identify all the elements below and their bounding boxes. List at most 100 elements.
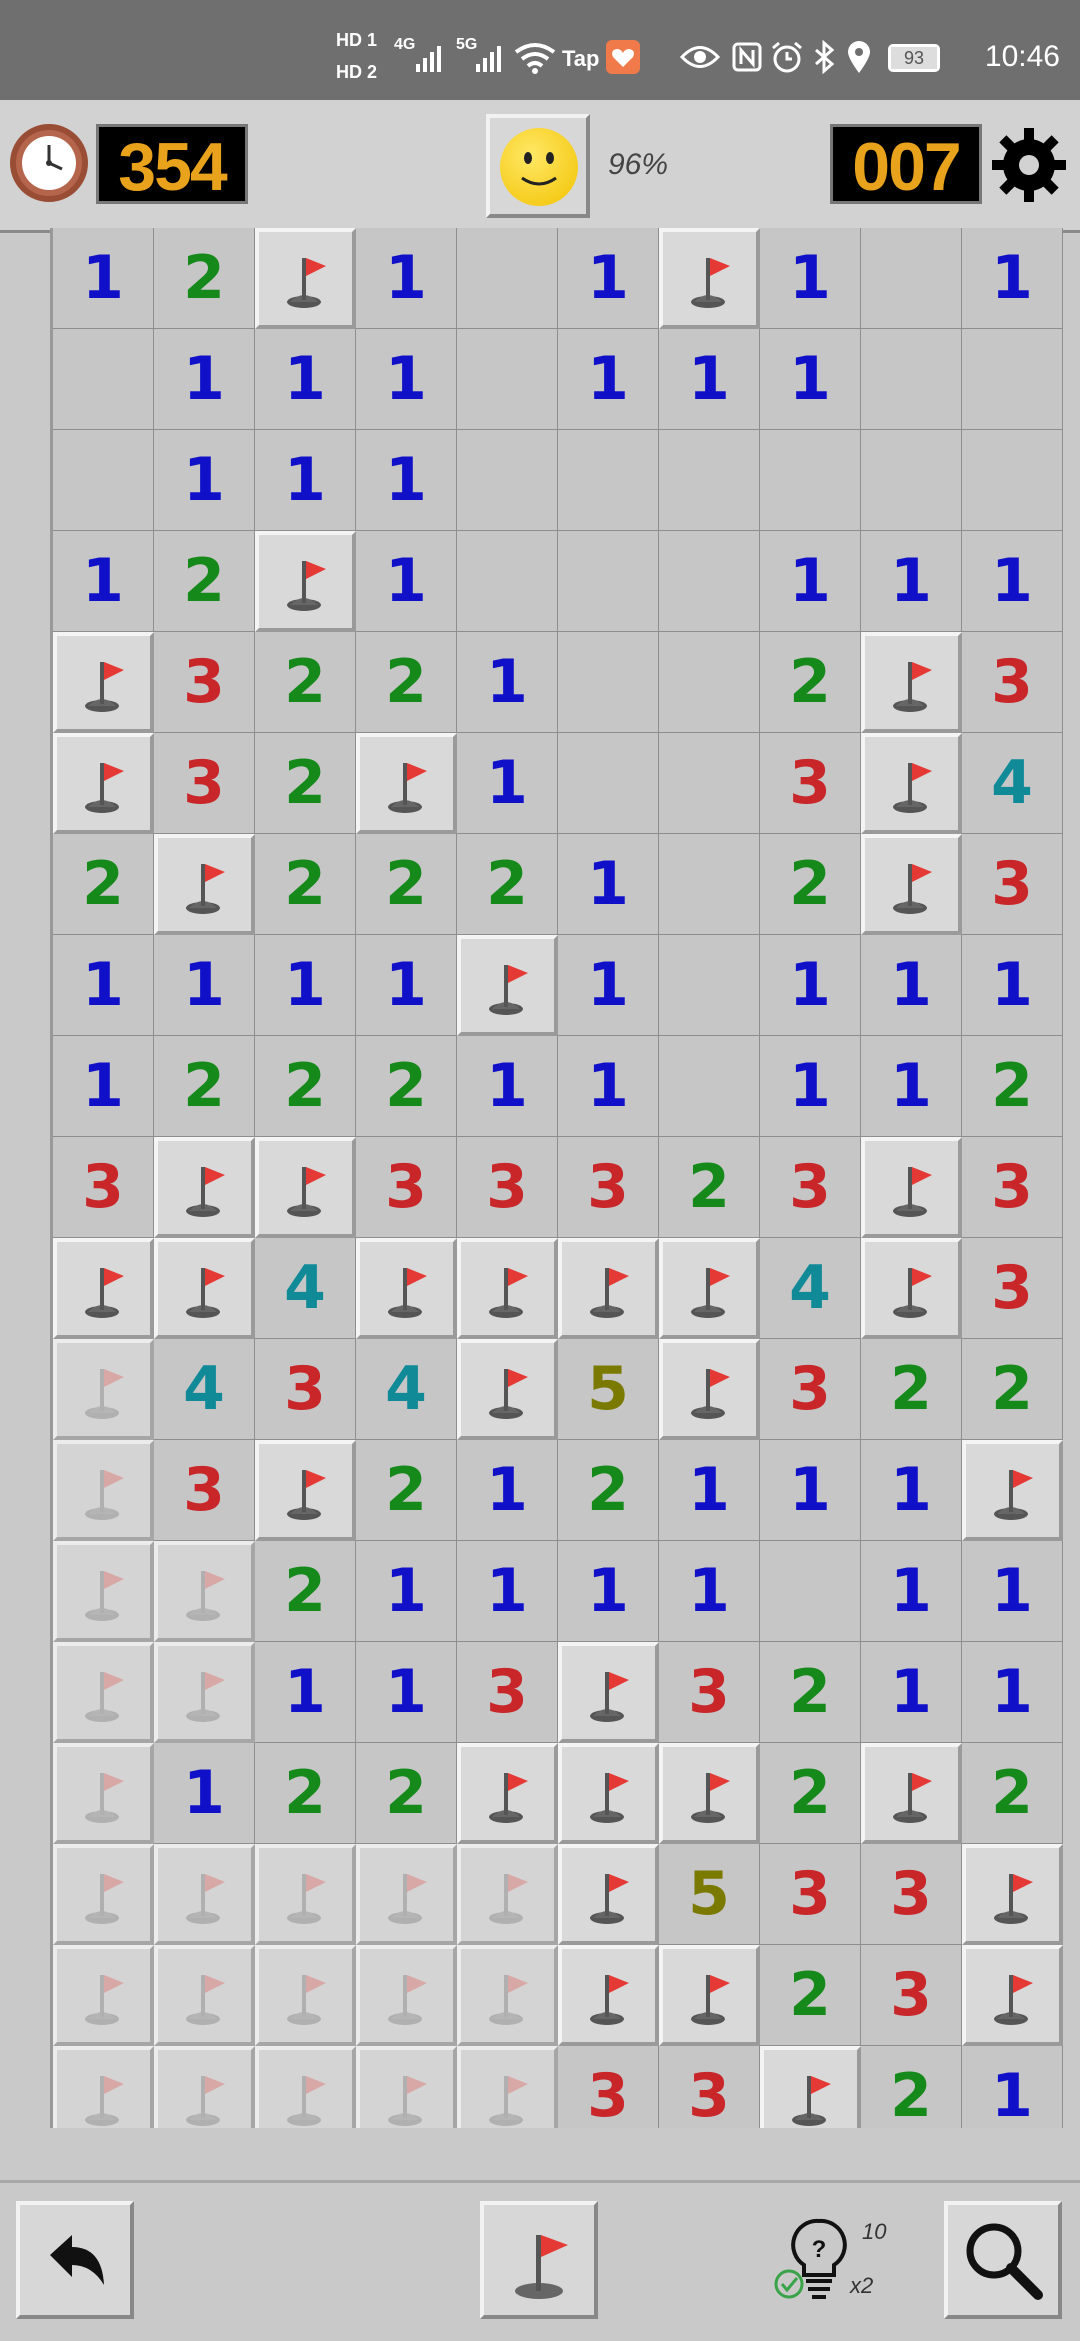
faded-flag-cell[interactable]	[53, 1541, 154, 1642]
new-game-button[interactable]	[486, 114, 590, 218]
flagged-cell[interactable]	[53, 1238, 154, 1339]
number-cell[interactable]: 1	[53, 1036, 154, 1137]
number-cell[interactable]: 1	[53, 935, 154, 1036]
number-cell[interactable]: 2	[154, 228, 255, 329]
flagged-cell[interactable]	[356, 1238, 457, 1339]
flagged-cell[interactable]	[962, 1945, 1063, 2046]
number-cell[interactable]: 1	[154, 935, 255, 1036]
empty-cell[interactable]	[53, 430, 154, 531]
faded-flag-cell[interactable]	[154, 1642, 255, 1743]
number-cell[interactable]: 2	[356, 1440, 457, 1541]
number-cell[interactable]: 5	[659, 1844, 760, 1945]
number-cell[interactable]: 2	[962, 1743, 1063, 1844]
number-cell[interactable]: 2	[356, 1743, 457, 1844]
faded-flag-cell[interactable]	[356, 1945, 457, 2046]
number-cell[interactable]: 3	[861, 1945, 962, 2046]
flagged-cell[interactable]	[154, 834, 255, 935]
flagged-cell[interactable]	[255, 1137, 356, 1238]
number-cell[interactable]: 1	[760, 935, 861, 1036]
flagged-cell[interactable]	[53, 733, 154, 834]
number-cell[interactable]: 2	[154, 1036, 255, 1137]
faded-flag-cell[interactable]	[457, 1844, 558, 1945]
faded-flag-cell[interactable]	[53, 2046, 154, 2128]
empty-cell[interactable]	[457, 228, 558, 329]
flagged-cell[interactable]	[659, 1743, 760, 1844]
number-cell[interactable]: 1	[760, 329, 861, 430]
number-cell[interactable]: 3	[962, 1238, 1063, 1339]
number-cell[interactable]: 1	[255, 329, 356, 430]
gear-icon[interactable]	[990, 126, 1068, 204]
number-cell[interactable]: 1	[659, 1440, 760, 1541]
number-cell[interactable]: 3	[558, 1137, 659, 1238]
flagged-cell[interactable]	[558, 1238, 659, 1339]
faded-flag-cell[interactable]	[154, 2046, 255, 2128]
number-cell[interactable]: 3	[760, 733, 861, 834]
number-cell[interactable]: 2	[255, 1541, 356, 1642]
number-cell[interactable]: 1	[356, 935, 457, 1036]
number-cell[interactable]: 1	[558, 834, 659, 935]
faded-flag-cell[interactable]	[255, 2046, 356, 2128]
flagged-cell[interactable]	[154, 1137, 255, 1238]
number-cell[interactable]: 4	[255, 1238, 356, 1339]
number-cell[interactable]: 2	[356, 834, 457, 935]
number-cell[interactable]: 3	[659, 1642, 760, 1743]
flagged-cell[interactable]	[861, 1137, 962, 1238]
number-cell[interactable]: 1	[356, 531, 457, 632]
number-cell[interactable]: 1	[861, 1036, 962, 1137]
faded-flag-cell[interactable]	[53, 1339, 154, 1440]
faded-flag-cell[interactable]	[154, 1945, 255, 2046]
number-cell[interactable]: 1	[558, 935, 659, 1036]
number-cell[interactable]: 4	[154, 1339, 255, 1440]
flagged-cell[interactable]	[861, 834, 962, 935]
number-cell[interactable]: 1	[154, 430, 255, 531]
flagged-cell[interactable]	[558, 1743, 659, 1844]
faded-flag-cell[interactable]	[356, 1844, 457, 1945]
number-cell[interactable]: 1	[760, 1440, 861, 1541]
number-cell[interactable]: 1	[962, 2046, 1063, 2128]
number-cell[interactable]: 2	[255, 1743, 356, 1844]
number-cell[interactable]: 3	[962, 632, 1063, 733]
undo-button[interactable]	[16, 2201, 134, 2319]
flagged-cell[interactable]	[457, 935, 558, 1036]
empty-cell[interactable]	[962, 430, 1063, 531]
number-cell[interactable]: 4	[760, 1238, 861, 1339]
number-cell[interactable]: 3	[659, 2046, 760, 2128]
flagged-cell[interactable]	[659, 1339, 760, 1440]
number-cell[interactable]: 1	[962, 935, 1063, 1036]
number-cell[interactable]: 2	[457, 834, 558, 935]
number-cell[interactable]: 4	[962, 733, 1063, 834]
faded-flag-cell[interactable]	[255, 1844, 356, 1945]
flagged-cell[interactable]	[356, 733, 457, 834]
faded-flag-cell[interactable]	[53, 1844, 154, 1945]
empty-cell[interactable]	[558, 430, 659, 531]
number-cell[interactable]: 2	[255, 632, 356, 733]
empty-cell[interactable]	[558, 632, 659, 733]
empty-cell[interactable]	[962, 329, 1063, 430]
number-cell[interactable]: 2	[255, 834, 356, 935]
number-cell[interactable]: 1	[255, 1642, 356, 1743]
empty-cell[interactable]	[659, 935, 760, 1036]
number-cell[interactable]: 2	[255, 733, 356, 834]
faded-flag-cell[interactable]	[53, 1945, 154, 2046]
number-cell[interactable]: 1	[356, 329, 457, 430]
number-cell[interactable]: 1	[962, 531, 1063, 632]
empty-cell[interactable]	[558, 733, 659, 834]
number-cell[interactable]: 1	[962, 228, 1063, 329]
number-cell[interactable]: 2	[760, 1945, 861, 2046]
number-cell[interactable]: 2	[962, 1339, 1063, 1440]
number-cell[interactable]: 1	[861, 531, 962, 632]
empty-cell[interactable]	[659, 632, 760, 733]
number-cell[interactable]: 3	[154, 733, 255, 834]
number-cell[interactable]: 1	[962, 1541, 1063, 1642]
number-cell[interactable]: 1	[356, 228, 457, 329]
number-cell[interactable]: 2	[356, 632, 457, 733]
number-cell[interactable]: 1	[255, 430, 356, 531]
number-cell[interactable]: 1	[457, 1440, 558, 1541]
faded-flag-cell[interactable]	[53, 1440, 154, 1541]
empty-cell[interactable]	[659, 430, 760, 531]
empty-cell[interactable]	[457, 329, 558, 430]
number-cell[interactable]: 1	[53, 531, 154, 632]
number-cell[interactable]: 1	[154, 1743, 255, 1844]
flagged-cell[interactable]	[255, 531, 356, 632]
number-cell[interactable]: 3	[457, 1137, 558, 1238]
